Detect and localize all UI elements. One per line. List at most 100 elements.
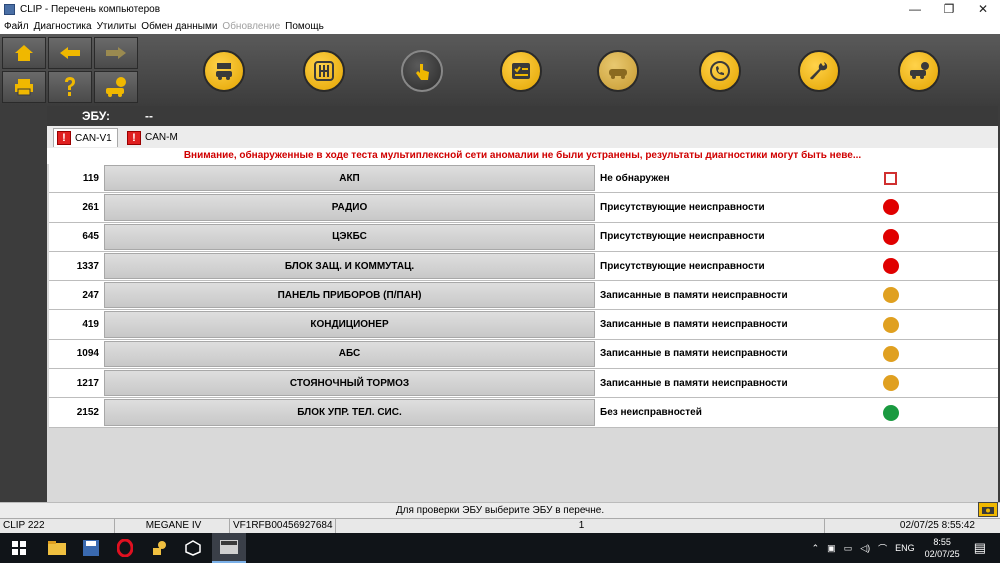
green-status-dot-icon	[883, 404, 899, 421]
status-bar: CLIP 222 MEGANE IV VF1RFB00456927684 1 0…	[0, 518, 1000, 534]
menu-help[interactable]: Помощь	[285, 21, 324, 32]
table-row[interactable]: 119 АКП Не обнаружен	[49, 164, 998, 194]
ecu-status: Записанные в памяти неисправности	[595, 340, 998, 368]
ecu-name-button[interactable]: РАДИО	[104, 194, 595, 221]
vehicle-id-button[interactable]	[203, 50, 245, 92]
minimize-button[interactable]: —	[898, 0, 932, 18]
status-vin: VF1RFB00456927684	[230, 519, 336, 534]
wrench-button[interactable]	[798, 50, 840, 92]
table-row[interactable]: 1337 БЛОК ЗАЩ. И КОММУТАЦ. Присутствующие …	[49, 251, 998, 282]
car-settings-icon	[910, 62, 929, 79]
menu-file[interactable]: Файл	[4, 21, 29, 32]
taskbar-save-app[interactable]	[74, 533, 108, 563]
status-text: Записанные в памяти неисправности	[600, 319, 788, 331]
window-title: CLIP - Перечень компьютеров	[20, 3, 161, 15]
status-text: Присутствующие неисправности	[600, 231, 765, 243]
car-diagnosis-button[interactable]	[597, 50, 639, 92]
table-row[interactable]: 261 РАДИО Присутствующие неисправности	[49, 193, 998, 223]
ecu-status: Не обнаружен	[595, 164, 998, 192]
camera-icon[interactable]	[978, 502, 998, 517]
system-tray: ⌃ ▣ ▭ ◁) ⌒ ENG 8:55 02/07/25 ▤	[808, 533, 1000, 563]
ecu-name-button[interactable]: КОНДИЦИОНЕР	[104, 311, 595, 338]
table-row[interactable]: 1094 АБС Записанные в памяти неисправности	[49, 339, 998, 370]
gearbox-button[interactable]	[303, 50, 345, 92]
content-background	[47, 428, 998, 502]
ecu-name-button[interactable]: БЛОК УПР. ТЕЛ. СИС.	[104, 399, 595, 426]
touch-button[interactable]	[401, 50, 443, 92]
menu-data-exchange[interactable]: Обмен данными	[141, 21, 217, 32]
gearbox-icon	[314, 61, 334, 81]
ecu-label: ЭБУ:	[82, 109, 111, 123]
toolbar	[0, 34, 1000, 106]
status-text: Записанные в памяти неисправности	[600, 348, 788, 360]
title-bar: CLIP - Перечень компьютеров — ❐ ✕	[0, 0, 1000, 18]
forward-arrow-icon	[106, 47, 126, 59]
table-row[interactable]: 419 КОНДИЦИОНЕР Записанные в памяти неиспр…	[49, 310, 998, 340]
status-text: Записанные в памяти неисправности	[600, 377, 788, 389]
restore-button[interactable]: ❐	[932, 0, 966, 18]
wifi-icon[interactable]: ⌒	[878, 542, 887, 555]
taskbar-file-explorer[interactable]	[40, 533, 74, 563]
menu-utilities[interactable]: Утилиты	[97, 21, 137, 32]
phone-support-button[interactable]	[699, 50, 741, 92]
taskbar-opera[interactable]	[108, 533, 142, 563]
print-button[interactable]	[2, 71, 46, 103]
ecu-name-button[interactable]: ЦЭКБС	[104, 223, 595, 250]
left-panel	[0, 106, 47, 502]
ecu-name-button[interactable]: ПАНЕЛЬ ПРИБОРОВ (П/ПАН)	[104, 282, 595, 309]
vehicle-id-icon	[216, 63, 232, 80]
checklist-button[interactable]	[500, 50, 542, 92]
ecu-bar: ЭБУ: --	[47, 106, 998, 126]
language-indicator[interactable]: ENG	[895, 543, 915, 553]
table-row[interactable]: 645 ЦЭКБС Присутствующие неисправности	[49, 222, 998, 252]
notification-icon[interactable]: ▤	[974, 540, 986, 556]
warning-flag-icon: !	[57, 131, 71, 145]
touch-icon	[416, 64, 429, 80]
volume-icon[interactable]: ◁)	[860, 543, 870, 554]
home-button[interactable]	[2, 37, 46, 69]
taskbar-clip-app[interactable]	[212, 533, 246, 563]
ecu-name-button[interactable]: БЛОК ЗАЩ. И КОММУТАЦ.	[104, 252, 595, 280]
start-button[interactable]	[2, 533, 36, 563]
status-device: CLIP 222	[0, 519, 115, 534]
taskbar-package[interactable]	[176, 533, 210, 563]
help-tool-icon	[153, 541, 166, 555]
ecu-status: Записанные в памяти неисправности	[595, 369, 998, 397]
table-row[interactable]: 247 ПАНЕЛЬ ПРИБОРОВ (П/ПАН) Записанные в п…	[49, 281, 998, 311]
car-settings-button[interactable]	[898, 50, 940, 92]
ecu-code: 1217	[76, 377, 99, 389]
ecu-code: 1094	[76, 348, 99, 360]
menu-diagnostics[interactable]: Диагностика	[34, 21, 92, 32]
chevron-up-icon[interactable]: ⌃	[812, 543, 820, 554]
forward-button[interactable]	[94, 37, 138, 69]
tab-can-m[interactable]: ! CAN-M	[124, 128, 183, 147]
ecu-code: 1337	[76, 260, 99, 272]
ecu-name-button[interactable]: АБС	[104, 340, 595, 368]
help-icon	[65, 77, 75, 96]
windows-start-icon	[12, 541, 26, 555]
back-button[interactable]	[48, 37, 92, 69]
checklist-icon	[512, 63, 530, 79]
save-app-icon	[83, 540, 99, 556]
table-row[interactable]: 1217 СТОЯНОЧНЫЙ ТОРМОЗ Записанные в памяти…	[49, 369, 998, 399]
taskbar-help-tool[interactable]	[142, 533, 176, 563]
ecu-code: 261	[82, 201, 99, 213]
help-button[interactable]	[48, 71, 92, 103]
vehicle-help-icon	[106, 77, 126, 97]
tab-can-v1[interactable]: ! CAN-V1	[53, 128, 118, 147]
table-row[interactable]: 2152 БЛОК УПР. ТЕЛ. СИС. Без неисправносте…	[49, 398, 998, 428]
opera-icon	[117, 539, 133, 557]
ecu-name-button[interactable]: СТОЯНОЧНЫЙ ТОРМОЗ	[104, 370, 595, 397]
ecu-code: 247	[82, 289, 99, 301]
network-icon[interactable]: ▣	[827, 543, 836, 554]
ecu-name-button[interactable]: АКП	[104, 165, 595, 192]
vehicle-help-button[interactable]	[94, 71, 138, 103]
battery-icon[interactable]: ▭	[844, 543, 853, 554]
warning-message: Внимание, обнаруженные в ходе теста муль…	[47, 148, 998, 164]
taskbar: ⌃ ▣ ▭ ◁) ⌒ ENG 8:55 02/07/25 ▤	[0, 533, 1000, 563]
red-status-dot-icon	[883, 228, 899, 245]
back-arrow-icon	[60, 47, 80, 59]
tab-label: CAN-V1	[75, 132, 112, 144]
clock[interactable]: 8:55 02/07/25	[925, 536, 960, 560]
close-button[interactable]: ✕	[966, 0, 1000, 18]
